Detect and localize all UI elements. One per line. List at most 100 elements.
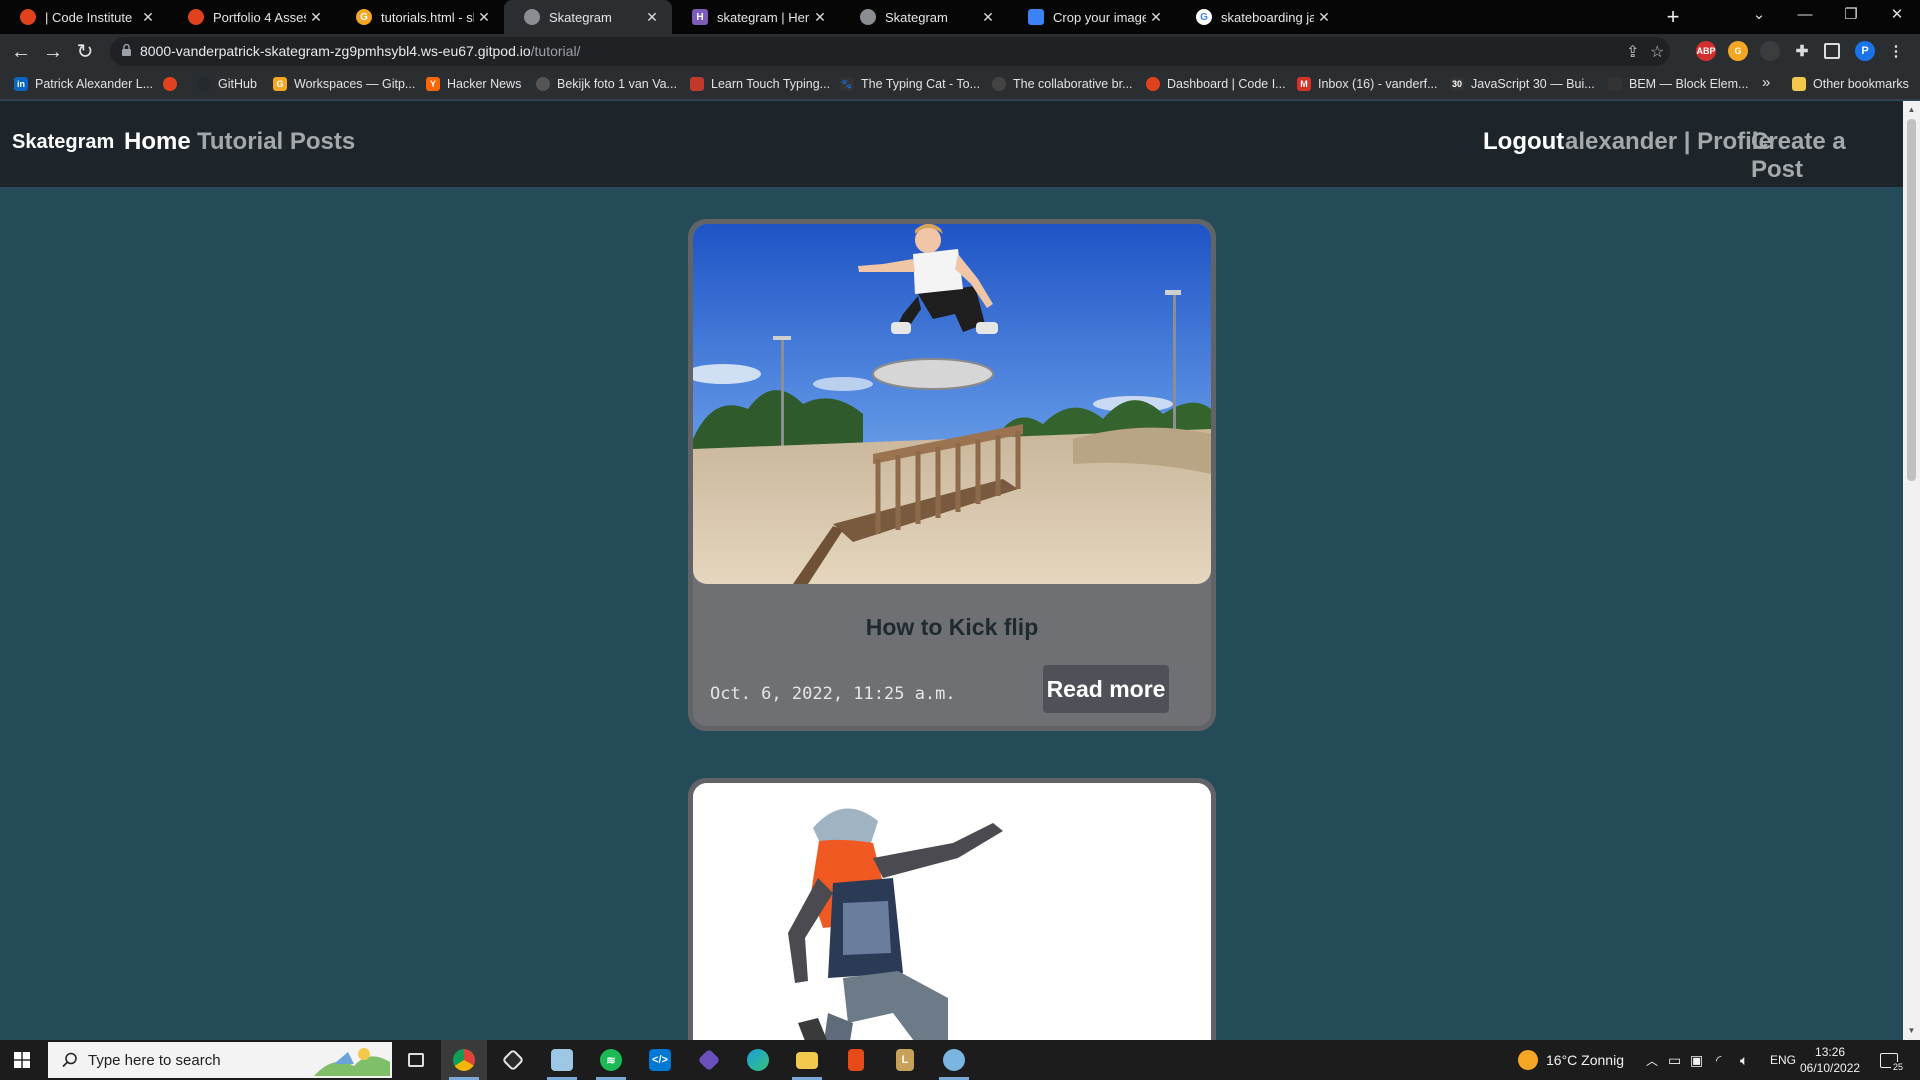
bookmark-item[interactable]: BEM — Block Elem...	[1608, 77, 1748, 91]
taskbar-search-input[interactable]: Type here to search	[48, 1042, 392, 1078]
browser-tab[interactable]: | Code Institute ✕	[0, 0, 168, 34]
bookmark-item[interactable]: M Inbox (16) - vanderf...	[1297, 77, 1438, 91]
close-icon[interactable]: ✕	[642, 9, 662, 26]
gitpod-icon: G	[273, 77, 287, 91]
close-icon[interactable]: ✕	[1314, 9, 1334, 26]
post-image[interactable]	[693, 783, 1211, 1080]
back-arrow-icon[interactable]: ←	[8, 40, 34, 64]
tray-chevron-icon[interactable]: ︿	[1646, 1040, 1658, 1080]
bookmark-label: Dashboard | Code I...	[1167, 77, 1286, 91]
globe-icon	[860, 9, 876, 25]
close-icon[interactable]: ✕	[138, 9, 158, 26]
extension-icon[interactable]	[1760, 41, 1780, 61]
visual-studio-icon	[697, 1048, 721, 1072]
gitpod-icon: G	[356, 9, 372, 25]
reload-icon[interactable]: ↻	[72, 40, 98, 64]
close-icon[interactable]: ✕	[1146, 9, 1166, 26]
taskbar-spotify[interactable]: ≋	[588, 1040, 634, 1080]
gitpod-extension-icon[interactable]: G	[1728, 41, 1748, 61]
task-view-button[interactable]	[393, 1040, 439, 1080]
post-card: How to Kick flip Oct. 6, 2022, 11:25 a.m…	[688, 219, 1216, 731]
share-icon[interactable]: ⇪	[1626, 42, 1639, 62]
bookmark-item[interactable]	[163, 77, 184, 91]
bookmark-item[interactable]: G Workspaces — Gitp...	[273, 77, 415, 91]
nav-tutorial-posts-link[interactable]: Tutorial Posts	[197, 128, 355, 156]
close-icon[interactable]: ✕	[810, 9, 830, 26]
heroku-icon: H	[692, 9, 708, 25]
taskbar-app[interactable]	[686, 1040, 732, 1080]
close-icon[interactable]: ✕	[306, 9, 326, 26]
bookmark-item[interactable]: Bekijk foto 1 van Va...	[536, 77, 677, 91]
profile-avatar[interactable]: P	[1855, 41, 1875, 61]
bookmark-item[interactable]: The collaborative br...	[992, 77, 1133, 91]
more-bookmarks-chevron[interactable]: »	[1762, 74, 1770, 91]
bookmark-item[interactable]: in Patrick Alexander L...	[14, 77, 153, 91]
weather-widget[interactable]: 16°C Zonnig	[1518, 1040, 1624, 1080]
close-window-button[interactable]: ✕	[1874, 0, 1920, 34]
browser-tab[interactable]: H skategram | Heroku ✕	[672, 0, 840, 34]
taskbar-chrome[interactable]	[441, 1040, 487, 1080]
tray-monitor-icon[interactable]: ▣	[1690, 1040, 1703, 1080]
notification-center[interactable]: 25	[1880, 1040, 1906, 1080]
taskbar-app[interactable]: L	[882, 1040, 928, 1080]
nav-profile-link[interactable]: alexander | Profile	[1565, 128, 1772, 156]
clock[interactable]: 13:26 06/10/2022	[1800, 1040, 1860, 1080]
taskbar-office[interactable]	[833, 1040, 879, 1080]
scroll-up-arrow-icon[interactable]: ▲	[1907, 105, 1916, 115]
search-placeholder: Type here to search	[88, 1052, 221, 1069]
restore-button[interactable]: ❐	[1828, 0, 1874, 34]
kebab-menu-icon[interactable]: ⋮	[1886, 41, 1906, 61]
taskbar-file-explorer[interactable]	[784, 1040, 830, 1080]
volume-icon[interactable]: 🔈︎	[1740, 1040, 1748, 1080]
minimize-button[interactable]: —	[1782, 0, 1828, 34]
star-bookmark-icon[interactable]: ☆	[1650, 42, 1664, 62]
browser-tab[interactable]: Crop your images in secon ✕	[1008, 0, 1176, 34]
taskbar-vscode[interactable]: </>	[637, 1040, 683, 1080]
browser-tab-active[interactable]: Skategram ✕	[504, 0, 672, 34]
close-icon[interactable]: ✕	[474, 9, 494, 26]
scroll-down-arrow-icon[interactable]: ▼	[1907, 1026, 1916, 1036]
chrome-icon	[453, 1049, 475, 1071]
tab-search-chevron-icon[interactable]: ⌄	[1736, 0, 1782, 34]
taskbar-app[interactable]	[490, 1040, 536, 1080]
close-icon[interactable]: ✕	[978, 9, 998, 26]
taskbar-app[interactable]	[539, 1040, 585, 1080]
wifi-icon[interactable]: ◜	[1716, 1040, 1721, 1080]
bookmark-item[interactable]: Dashboard | Code I...	[1146, 77, 1286, 91]
bookmark-item[interactable]: Y Hacker News	[426, 77, 521, 91]
new-tab-button[interactable]: +	[1660, 4, 1686, 30]
nav-create-post-link[interactable]: Create a Post	[1751, 128, 1903, 184]
url-text: 8000-vanderpatrick-skategram-zg9pmhsybl4…	[140, 43, 580, 59]
bookmark-item[interactable]: 🐾 The Typing Cat - To...	[840, 77, 980, 91]
tray-app-icon[interactable]: ▭	[1668, 1040, 1681, 1080]
taskbar-edge[interactable]	[735, 1040, 781, 1080]
address-bar[interactable]: 8000-vanderpatrick-skategram-zg9pmhsybl4…	[110, 37, 1670, 66]
scrollbar-thumb[interactable]	[1907, 119, 1916, 481]
browser-tab[interactable]: G skateboarding jaws gappin ✕	[1176, 0, 1344, 34]
bookmark-item[interactable]: GitHub	[197, 77, 257, 91]
post-image[interactable]	[693, 224, 1211, 584]
browser-tab[interactable]: Portfolio 4 Assessment Gu ✕	[168, 0, 336, 34]
browser-tab[interactable]: Skategram ✕	[840, 0, 1008, 34]
puzzle-icon[interactable]: ✚	[1792, 41, 1812, 61]
browser-tab[interactable]: G tutorials.html - skategram ✕	[336, 0, 504, 34]
language-indicator[interactable]: ENG	[1770, 1040, 1796, 1080]
bookmark-item[interactable]: Learn Touch Typing...	[690, 77, 830, 91]
read-more-button[interactable]: Read more	[1043, 665, 1169, 713]
globe-icon	[536, 77, 550, 91]
forward-arrow-icon[interactable]: →	[40, 40, 66, 64]
windows-start-icon[interactable]	[14, 1052, 30, 1068]
taskbar-app[interactable]	[931, 1040, 977, 1080]
side-panel-icon[interactable]	[1824, 43, 1840, 59]
bookmark-label: GitHub	[218, 77, 257, 91]
other-bookmarks-folder[interactable]: Other bookmarks	[1792, 77, 1909, 91]
linkedin-icon: in	[14, 77, 28, 91]
bookmark-item[interactable]: 30 JavaScript 30 — Bui...	[1450, 77, 1595, 91]
nav-home-link[interactable]: Home	[124, 128, 191, 156]
page-scrollbar[interactable]: ▲ ▼	[1903, 101, 1920, 1040]
brand-logo[interactable]: Skategram	[12, 131, 114, 154]
adblock-icon[interactable]: ABP	[1696, 41, 1716, 61]
javascript30-icon: 30	[1450, 77, 1464, 91]
nav-logout-link[interactable]: Logout	[1483, 128, 1564, 156]
bookmark-label: Hacker News	[447, 77, 522, 91]
